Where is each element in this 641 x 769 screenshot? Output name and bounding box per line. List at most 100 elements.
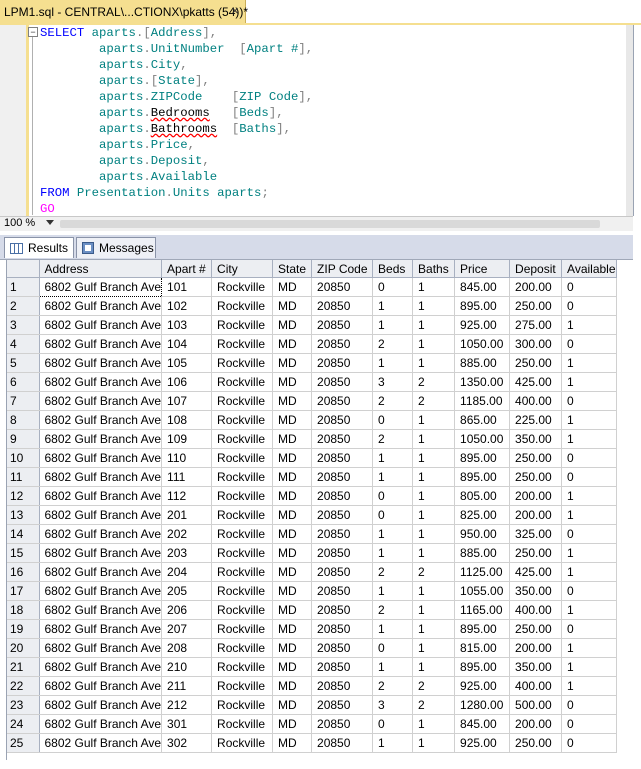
table-row[interactable]: 19 6802 Gulf Branch Ave 207 Rockville MD 2085…: [7, 619, 618, 639]
grid-cell[interactable]: Rockville: [211, 676, 274, 696]
grid-cell[interactable]: 6802 Gulf Branch Ave: [39, 334, 163, 354]
grid-cell[interactable]: 425.00: [509, 562, 563, 582]
grid-cell[interactable]: 895.00: [454, 448, 511, 468]
grid-cell[interactable]: 20850: [311, 486, 374, 506]
code-line[interactable]: aparts.ZIPCode [ZIP Code],: [40, 89, 313, 105]
grid-cell[interactable]: Rockville: [211, 733, 274, 753]
grid-cell[interactable]: 300.00: [509, 334, 563, 354]
grid-cell[interactable]: 0: [561, 448, 618, 468]
table-row[interactable]: 14 6802 Gulf Branch Ave 202 Rockville MD 2085…: [7, 524, 618, 544]
grid-cell[interactable]: MD: [272, 448, 313, 468]
grid-cell[interactable]: 325.00: [509, 524, 563, 544]
grid-cell[interactable]: 2: [412, 676, 456, 696]
code-line[interactable]: aparts.[State],: [40, 73, 313, 89]
table-row[interactable]: 23 6802 Gulf Branch Ave 212 Rockville MD 2085…: [7, 695, 618, 715]
code-line[interactable]: aparts.Price,: [40, 137, 313, 153]
grid-cell[interactable]: Rockville: [211, 581, 274, 601]
grid-cell[interactable]: 250.00: [509, 467, 563, 487]
row-number[interactable]: 15: [7, 543, 40, 563]
grid-cell[interactable]: 200.00: [509, 277, 563, 297]
grid-cell[interactable]: 1: [412, 315, 456, 335]
grid-cell[interactable]: 0: [372, 714, 414, 734]
grid-cell[interactable]: 1: [372, 315, 414, 335]
grid-cell[interactable]: 1: [561, 638, 618, 658]
grid-cell[interactable]: MD: [272, 714, 313, 734]
row-number[interactable]: 22: [7, 676, 40, 696]
grid-cell[interactable]: MD: [272, 657, 313, 677]
grid-cell[interactable]: Rockville: [211, 600, 274, 620]
grid-cell[interactable]: 1: [372, 448, 414, 468]
table-row[interactable]: 5 6802 Gulf Branch Ave 105 Rockville MD 20850…: [7, 353, 618, 373]
grid-cell[interactable]: 109: [161, 429, 213, 449]
grid-cell[interactable]: 2: [412, 372, 456, 392]
table-row[interactable]: 17 6802 Gulf Branch Ave 205 Rockville MD 2085…: [7, 581, 618, 601]
grid-cell[interactable]: MD: [272, 524, 313, 544]
grid-cell[interactable]: 0: [561, 695, 618, 715]
grid-cell[interactable]: 2: [372, 600, 414, 620]
grid-cell[interactable]: MD: [272, 581, 313, 601]
grid-cell[interactable]: 6802 Gulf Branch Ave: [39, 714, 163, 734]
grid-cell[interactable]: Rockville: [211, 296, 274, 316]
grid-cell[interactable]: 107: [161, 391, 213, 411]
grid-cell[interactable]: 200.00: [509, 486, 563, 506]
grid-cell[interactable]: 6802 Gulf Branch Ave: [39, 638, 163, 658]
grid-cell[interactable]: 211: [161, 676, 213, 696]
grid-cell[interactable]: 400.00: [509, 391, 563, 411]
grid-cell[interactable]: 1: [561, 486, 618, 506]
grid-cell[interactable]: 110: [161, 448, 213, 468]
grid-cell[interactable]: 0: [372, 486, 414, 506]
row-number[interactable]: 24: [7, 714, 40, 734]
grid-cell[interactable]: 6802 Gulf Branch Ave: [39, 372, 163, 392]
grid-cell[interactable]: MD: [272, 695, 313, 715]
grid-cell[interactable]: 815.00: [454, 638, 511, 658]
table-row[interactable]: 9 6802 Gulf Branch Ave 109 Rockville MD 20850…: [7, 429, 618, 449]
grid-cell[interactable]: 895.00: [454, 657, 511, 677]
row-number[interactable]: 10: [7, 448, 40, 468]
grid-cell[interactable]: 302: [161, 733, 213, 753]
grid-cell[interactable]: 1: [372, 619, 414, 639]
grid-cell[interactable]: 3: [372, 372, 414, 392]
grid-cell[interactable]: 2: [372, 391, 414, 411]
grid-cell[interactable]: 1: [412, 277, 456, 297]
grid-cell[interactable]: 20850: [311, 334, 374, 354]
grid-cell[interactable]: 1: [372, 467, 414, 487]
grid-cell[interactable]: 101: [161, 277, 213, 297]
table-row[interactable]: 18 6802 Gulf Branch Ave 206 Rockville MD 2085…: [7, 600, 618, 620]
grid-cell[interactable]: 805.00: [454, 486, 511, 506]
grid-cell[interactable]: 1: [561, 562, 618, 582]
grid-cell[interactable]: 350.00: [509, 657, 563, 677]
grid-cell[interactable]: Rockville: [211, 315, 274, 335]
grid-cell[interactable]: 6802 Gulf Branch Ave: [39, 315, 163, 335]
grid-cell[interactable]: 1: [372, 524, 414, 544]
table-row[interactable]: 4 6802 Gulf Branch Ave 104 Rockville MD 20850…: [7, 334, 618, 354]
row-number[interactable]: 20: [7, 638, 40, 658]
grid-cell[interactable]: Rockville: [211, 562, 274, 582]
grid-cell[interactable]: Rockville: [211, 277, 274, 297]
grid-cell[interactable]: 20850: [311, 524, 374, 544]
table-row[interactable]: 10 6802 Gulf Branch Ave 110 Rockville MD 2085…: [7, 448, 618, 468]
grid-cell[interactable]: 950.00: [454, 524, 511, 544]
grid-cell[interactable]: Rockville: [211, 353, 274, 373]
code-line[interactable]: SELECT aparts.[Address],: [40, 25, 313, 41]
grid-cell[interactable]: 1125.00: [454, 562, 511, 582]
grid-cell[interactable]: 6802 Gulf Branch Ave: [39, 733, 163, 753]
table-row[interactable]: 12 6802 Gulf Branch Ave 112 Rockville MD 2085…: [7, 486, 618, 506]
table-row[interactable]: 6 6802 Gulf Branch Ave 106 Rockville MD 20850…: [7, 372, 618, 392]
grid-cell[interactable]: 6802 Gulf Branch Ave: [39, 391, 163, 411]
grid-cell[interactable]: 1: [372, 543, 414, 563]
grid-cell[interactable]: 1350.00: [454, 372, 511, 392]
table-row[interactable]: 8 6802 Gulf Branch Ave 108 Rockville MD 20850…: [7, 410, 618, 430]
grid-cell[interactable]: 1: [561, 505, 618, 525]
row-number[interactable]: 21: [7, 657, 40, 677]
table-row[interactable]: 1 6802 Gulf Branch Ave 101 Rockville MD 20850…: [7, 277, 618, 297]
grid-cell[interactable]: 1: [561, 353, 618, 373]
grid-cell[interactable]: 6802 Gulf Branch Ave: [39, 695, 163, 715]
code-line[interactable]: aparts.UnitNumber [Apart #],: [40, 41, 313, 57]
tab-messages[interactable]: Messages: [76, 237, 156, 258]
column-header[interactable]: State: [272, 260, 313, 278]
grid-cell[interactable]: 6802 Gulf Branch Ave: [39, 410, 163, 430]
grid-cell[interactable]: 275.00: [509, 315, 563, 335]
grid-cell[interactable]: 0: [372, 277, 414, 297]
grid-cell[interactable]: MD: [272, 296, 313, 316]
grid-corner[interactable]: [7, 260, 40, 278]
